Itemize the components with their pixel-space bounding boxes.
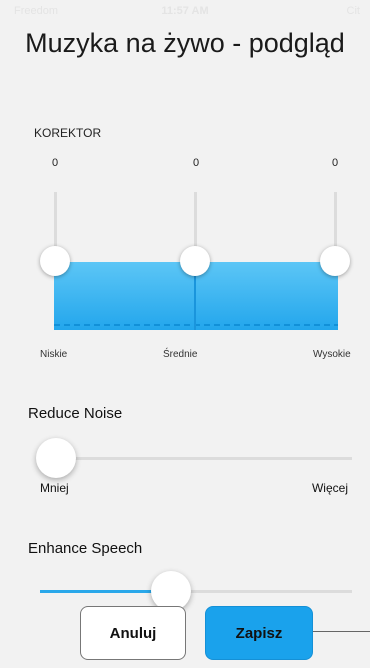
cancel-button[interactable]: Anuluj [80,606,186,660]
reduce-noise-title: Reduce Noise [28,405,123,422]
eq-value-high: 0 [331,157,339,169]
eq-knob-low[interactable] [40,246,70,276]
enhance-speech-knob[interactable] [151,571,192,611]
band-label-mid: Średnie [163,349,198,360]
eq-knob-high[interactable] [320,246,350,276]
enhance-speech-title: Enhance Speech [28,540,143,557]
eq-value-low: 0 [51,157,59,169]
page-title: Muzyka na żywo - podgląd [25,28,345,58]
equalizer-baseline [54,324,338,326]
callout-line [313,631,370,632]
reduce-noise-knob[interactable] [35,438,76,478]
eq-knob-mid[interactable] [180,246,210,276]
band-label-low: Niskie [40,349,68,360]
reduce-noise-track[interactable] [40,457,352,460]
reduce-noise-max-label: Więcej [311,481,348,495]
status-bar: Freedom 11:57 AM Cit [0,0,370,22]
reduce-noise-min-label: Mniej [40,481,69,495]
status-right: Cit [346,5,360,17]
save-button[interactable]: Zapisz [205,606,313,660]
eq-value-mid: 0 [192,157,200,169]
equalizer-label: KOREKTOR [34,126,102,140]
status-time: 11:57 AM [161,5,209,17]
band-label-high: Wysokie [313,349,351,360]
